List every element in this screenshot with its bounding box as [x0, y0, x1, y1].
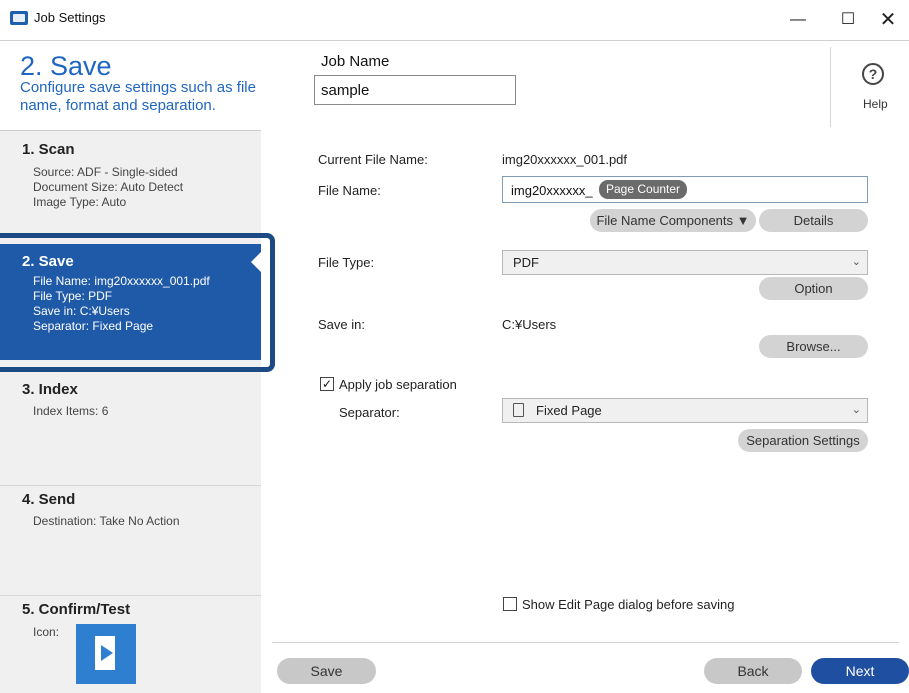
option-button[interactable]: Option [759, 277, 868, 300]
header-divider [830, 47, 831, 127]
browse-button[interactable]: Browse... [759, 335, 868, 358]
step-highlight-frame [0, 233, 275, 372]
separator-label: Separator: [339, 405, 400, 420]
save-in-label: Save in: [318, 317, 365, 332]
show-edit-page-checkbox[interactable] [503, 597, 517, 611]
job-name-label: Job Name [321, 53, 390, 70]
help-label[interactable]: Help [863, 97, 888, 111]
sidebar-item-detail: Document Size: Auto Detect [33, 180, 184, 194]
sidebar-item-detail: Image Type: Auto [33, 195, 127, 209]
file-name-label: File Name: [318, 183, 381, 198]
save-button[interactable]: Save [277, 658, 376, 684]
chevron-down-icon: ⌄ [851, 256, 861, 268]
sidebar-item-index[interactable]: 3. Index Index Items: 6 [0, 371, 261, 483]
show-edit-page-label[interactable]: Show Edit Page dialog before saving [522, 597, 734, 612]
close-button[interactable]: ✕ [866, 6, 909, 34]
separator-select[interactable]: Fixed Page ⌄ [502, 398, 868, 423]
current-file-name-label: Current File Name: [318, 152, 428, 167]
sidebar-item-detail: Index Items: 6 [33, 404, 109, 418]
minimize-button[interactable]: — [776, 6, 820, 34]
app-icon [10, 11, 28, 25]
details-button[interactable]: Details [759, 209, 868, 232]
sidebar-item-send[interactable]: 4. Send Destination: Take No Action [0, 481, 261, 593]
sidebar-item-scan[interactable]: 1. Scan Source: ADF - Single-sided Docum… [0, 131, 261, 234]
next-button[interactable]: Next [811, 658, 909, 684]
save-in-value: C:¥Users [502, 317, 557, 332]
separator-value: Fixed Page [536, 403, 602, 418]
sidebar-item-title: 3. Index [22, 381, 78, 398]
separation-settings-button[interactable]: Separation Settings [738, 429, 868, 452]
sidebar-item-detail: Icon: [33, 625, 60, 639]
apply-separation-checkbox[interactable]: ✓ [320, 377, 334, 391]
job-icon [76, 624, 136, 684]
file-type-value: PDF [513, 255, 539, 270]
sidebar: 1. Scan Source: ADF - Single-sided Docum… [0, 130, 261, 693]
chevron-down-icon: ⌄ [851, 404, 861, 416]
window-title: Job Settings [34, 10, 106, 25]
file-name-field[interactable]: img20xxxxxx_ Page Counter [502, 176, 868, 203]
apply-separation-label[interactable]: Apply job separation [339, 377, 457, 392]
footer-divider [272, 642, 899, 643]
sidebar-item-title: 5. Confirm/Test [22, 601, 131, 618]
header: 2. Save Configure save settings such as … [0, 40, 909, 130]
title-bar: Job Settings — ☐ ✕ [0, 0, 909, 40]
maximize-button[interactable]: ☐ [826, 6, 870, 34]
file-name-components-button[interactable]: File Name Components ▼ [590, 209, 756, 232]
sidebar-item-detail: Destination: Take No Action [33, 514, 180, 528]
page-title: 2. Save [20, 51, 112, 81]
back-button[interactable]: Back [704, 658, 802, 684]
document-icon [513, 403, 524, 417]
current-file-name-value: img20xxxxxx_001.pdf [502, 152, 628, 167]
file-type-select[interactable]: PDF ⌄ [502, 250, 868, 275]
help-icon[interactable]: ? [862, 63, 884, 85]
sidebar-item-detail: Source: ADF - Single-sided [33, 165, 178, 179]
file-name-prefix: img20xxxxxx_ [511, 183, 593, 198]
page-description: Configure save settings such as file nam… [20, 79, 256, 114]
job-name-input[interactable] [314, 75, 516, 105]
file-type-label: File Type: [318, 255, 375, 270]
page-counter-chip[interactable]: Page Counter [599, 180, 688, 199]
sidebar-item-title: 1. Scan [22, 141, 75, 158]
sidebar-item-title: 4. Send [22, 491, 76, 508]
